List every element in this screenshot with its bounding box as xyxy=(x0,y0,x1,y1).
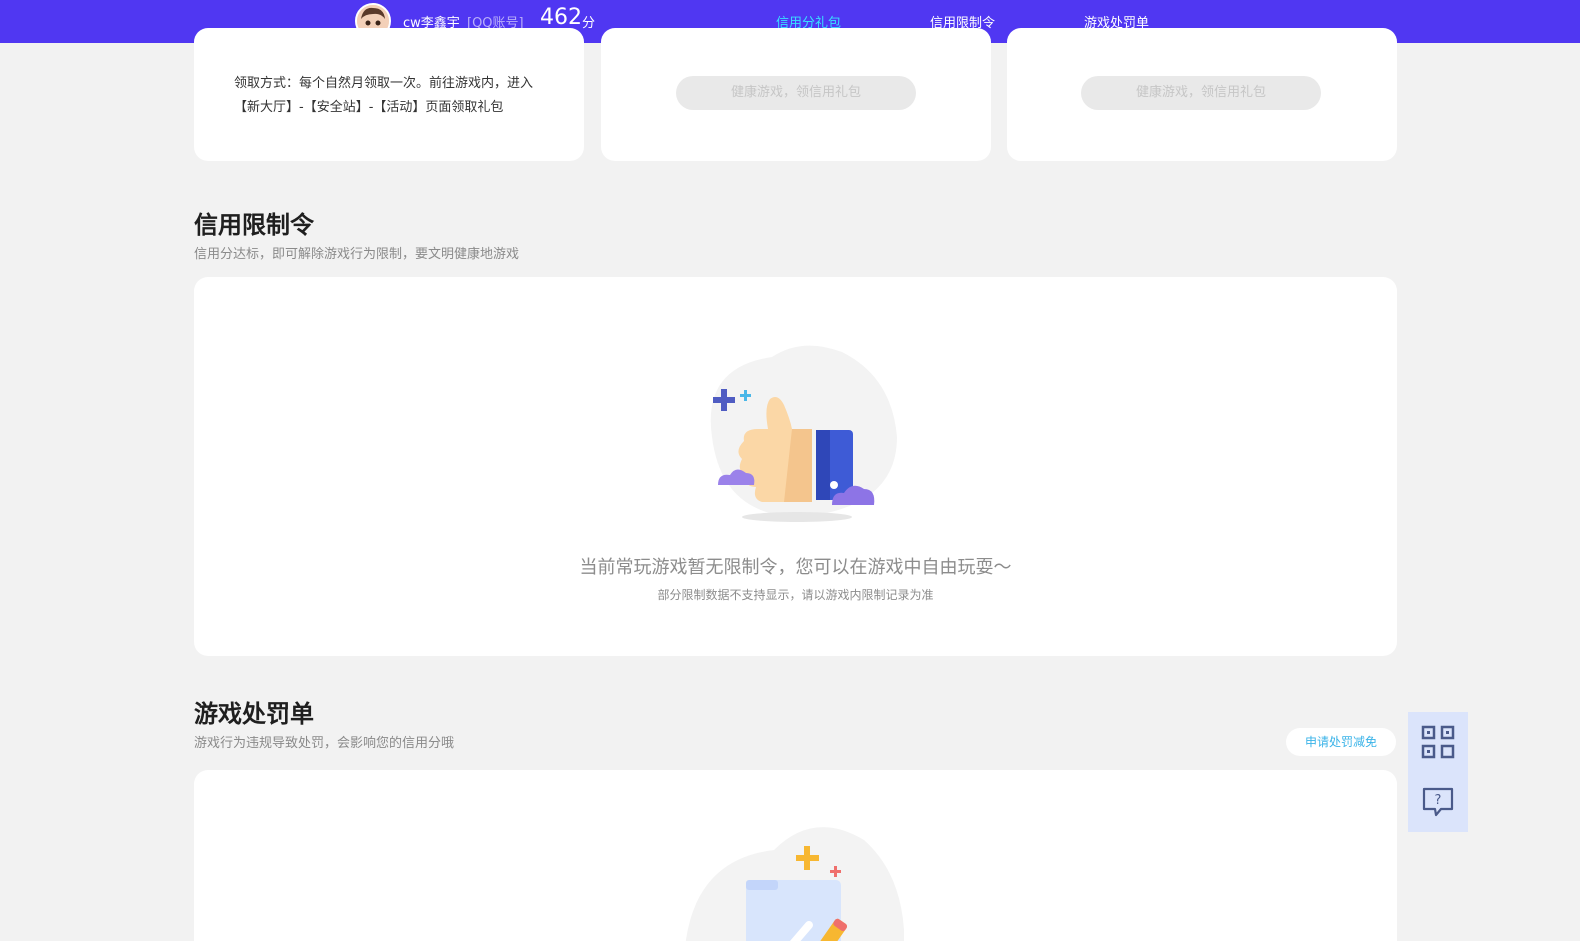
section-subtitle-penalty: 游戏行为违规导致处罚，会影响您的信用分哦 xyxy=(194,736,455,751)
feedback-question-icon: ? xyxy=(1422,787,1454,817)
credit-score: 462 xyxy=(540,5,582,30)
gift-card-1: 领取方式：每个自然月领取一次。前往游戏内，进入【新大厅】-【安全站】-【活动】页… xyxy=(194,28,584,161)
empty-state-note: 部分限制数据不支持显示，请以游戏内限制记录为准 xyxy=(657,588,934,602)
section-subtitle-restriction: 信用分达标，即可解除游戏行为限制，要文明健康地游戏 xyxy=(194,247,520,262)
gift-card-3: 健康游戏，领信用礼包 xyxy=(1007,28,1397,161)
restriction-panel: 当前常玩游戏暂无限制令，您可以在游戏中自由玩耍～ 部分限制数据不支持显示，请以游… xyxy=(194,277,1397,656)
claim-instructions: 领取方式：每个自然月领取一次。前往游戏内，进入【新大厅】-【安全站】-【活动】页… xyxy=(234,76,534,115)
feedback-button[interactable]: ? xyxy=(1408,772,1468,832)
section-title-restriction: 信用限制令 xyxy=(194,211,314,239)
empty-state-message: 当前常玩游戏暂无限制令，您可以在游戏中自由玩耍～ xyxy=(579,557,1012,578)
qr-code-button[interactable] xyxy=(1408,712,1468,772)
section-title-penalty: 游戏处罚单 xyxy=(194,700,314,728)
apply-penalty-reduction-button[interactable]: 申请处罚减免 xyxy=(1286,728,1396,756)
score-unit: 分 xyxy=(582,16,596,31)
thumbs-up-illustration-icon xyxy=(710,345,897,522)
document-check-illustration-icon xyxy=(685,827,904,941)
gift-card-2: 健康游戏，领信用礼包 xyxy=(601,28,991,161)
claim-gift-button-disabled[interactable]: 健康游戏，领信用礼包 xyxy=(676,76,916,110)
svg-text:?: ? xyxy=(1435,793,1442,808)
claim-gift-button-disabled[interactable]: 健康游戏，领信用礼包 xyxy=(1081,76,1321,110)
qr-code-icon xyxy=(1421,725,1455,759)
penalty-panel xyxy=(194,770,1397,941)
